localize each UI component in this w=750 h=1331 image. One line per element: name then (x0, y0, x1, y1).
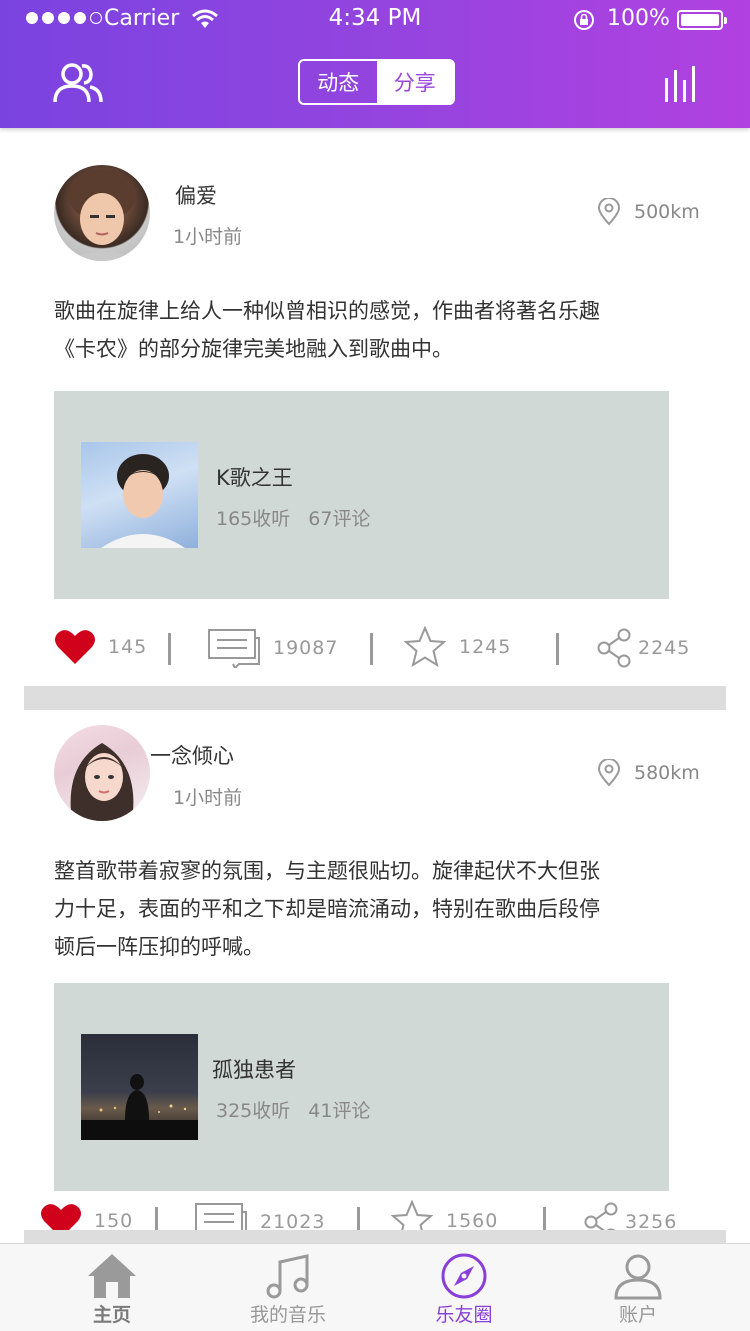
comment-icon (208, 629, 260, 668)
song-stats: 325收听 41评论 (216, 1096, 370, 1123)
favorite-count: 1560 (446, 1210, 499, 1232)
post-time: 1小时前 (173, 226, 243, 248)
song-stats: 165收听 67评论 (216, 504, 370, 531)
heart-icon (55, 630, 95, 664)
share-button[interactable]: 2245 (596, 628, 690, 668)
post-text-line: 歌曲在旋律上给人一种似曾相识的感觉，作曲者将著名乐趣 (54, 299, 600, 323)
action-separator (168, 633, 171, 665)
user-icon (614, 1254, 662, 1300)
like-count: 150 (94, 1210, 134, 1232)
song-card[interactable]: 孤独患者 325收听 41评论 (54, 983, 669, 1191)
song-title: K歌之王 (216, 466, 293, 490)
app-header: Carrier 4:34 PM 100% 动态 分享 (0, 0, 750, 128)
comment-count: 19087 (273, 637, 339, 659)
distance: 580km (634, 762, 700, 784)
song-title: 孤独患者 (212, 1058, 296, 1082)
bottom-tab-bar: 主页 我的音乐 乐友圈 账户 (0, 1243, 750, 1331)
star-icon (403, 626, 447, 668)
album-cover (81, 1034, 198, 1140)
comment-button[interactable]: 19087 (207, 628, 338, 668)
post-action-bar: 145 19087 1245 2245 (0, 624, 750, 674)
username[interactable]: 偏爱 (175, 180, 217, 210)
post-text-line: 顿后一阵压抑的呼喊。 (54, 935, 264, 959)
tab-share[interactable]: 分享 (376, 61, 453, 103)
action-separator (370, 633, 373, 665)
tab-my-music[interactable]: 我的音乐 (213, 1244, 363, 1331)
tab-music-friends-label: 乐友圈 (435, 1304, 493, 1326)
like-button[interactable]: 145 (54, 628, 147, 666)
post-time: 1小时前 (173, 787, 243, 809)
friends-icon[interactable] (52, 62, 104, 104)
tab-music-friends[interactable]: 乐友圈 (389, 1244, 539, 1331)
tab-home-label: 主页 (92, 1304, 131, 1326)
post-divider (24, 1230, 726, 1244)
feed-segmented-control: 动态 分享 (298, 59, 455, 105)
distance: 500km (634, 201, 700, 223)
location-pin-icon (597, 198, 621, 226)
username[interactable]: 一念倾心 (150, 740, 234, 770)
rotation-lock-icon (574, 10, 594, 30)
tab-home[interactable]: 主页 (37, 1244, 187, 1331)
share-icon (597, 628, 631, 668)
battery-icon (677, 10, 727, 30)
song-comments: 67评论 (308, 508, 371, 530)
album-cover (81, 442, 198, 548)
equalizer-icon[interactable] (662, 66, 702, 102)
tab-dynamic[interactable]: 动态 (300, 61, 377, 103)
home-icon (88, 1254, 136, 1298)
favorite-count: 1245 (459, 636, 512, 658)
post-divider (24, 686, 726, 710)
like-count: 145 (108, 636, 148, 658)
song-comments: 41评论 (308, 1100, 371, 1122)
post-text: 整首歌带着寂寥的氛围，与主题很贴切。旋律起伏不大但张 力十足，表面的平和之下却是… (54, 852, 704, 966)
post-text-line: 力十足，表面的平和之下却是暗流涌动，特别在歌曲后段停 (54, 897, 600, 921)
location-pin-icon (597, 759, 621, 787)
compass-icon (441, 1253, 487, 1299)
post-text: 歌曲在旋律上给人一种似曾相识的感觉，作曲者将著名乐趣 《卡农》的部分旋律完美地融… (54, 292, 704, 368)
share-count: 2245 (638, 637, 691, 659)
avatar[interactable] (54, 165, 150, 261)
battery-percent: 100% (607, 6, 670, 31)
status-bar: Carrier 4:34 PM 100% (0, 0, 750, 40)
post-text-line: 整首歌带着寂寥的氛围，与主题很贴切。旋律起伏不大但张 (54, 859, 600, 883)
post-text-line: 《卡农》的部分旋律完美地融入到歌曲中。 (54, 337, 453, 361)
song-plays: 165收听 (216, 508, 291, 530)
action-separator (556, 633, 559, 665)
favorite-button[interactable]: 1245 (403, 626, 511, 668)
tab-account[interactable]: 账户 (563, 1244, 713, 1331)
tab-my-music-label: 我的音乐 (249, 1304, 326, 1326)
tab-account-label: 账户 (618, 1304, 657, 1326)
music-note-icon (266, 1254, 309, 1299)
song-card[interactable]: K歌之王 165收听 67评论 (54, 391, 669, 599)
avatar[interactable] (54, 725, 150, 821)
song-plays: 325收听 (216, 1100, 291, 1122)
